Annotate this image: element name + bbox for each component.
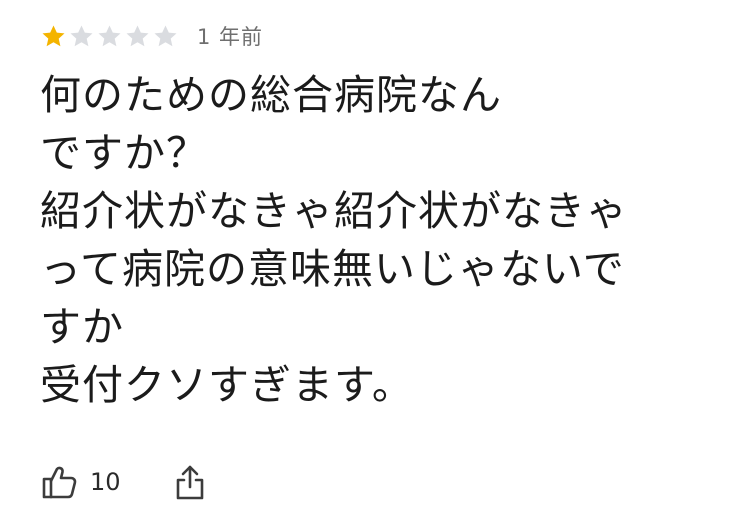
thumbs-up-icon: [40, 463, 78, 501]
share-icon: [173, 463, 207, 501]
star-empty-icon: [96, 23, 123, 50]
like-count: 10: [90, 468, 121, 496]
star-empty-icon: [68, 23, 95, 50]
rating-row: 1 年前: [40, 22, 263, 50]
review-time: 1 年前: [197, 25, 264, 49]
star-rating: [40, 23, 179, 50]
star-empty-icon: [152, 23, 179, 50]
star-filled-icon: [40, 23, 67, 50]
star-empty-icon: [124, 23, 151, 50]
share-button[interactable]: [173, 463, 207, 501]
review-actions: 10: [40, 460, 207, 504]
like-button[interactable]: 10: [40, 463, 121, 501]
review-text: 何のための総合病院なん ですか？ 紹介状がなきゃ紹介状がなきゃ って病院の意味無…: [40, 71, 628, 409]
